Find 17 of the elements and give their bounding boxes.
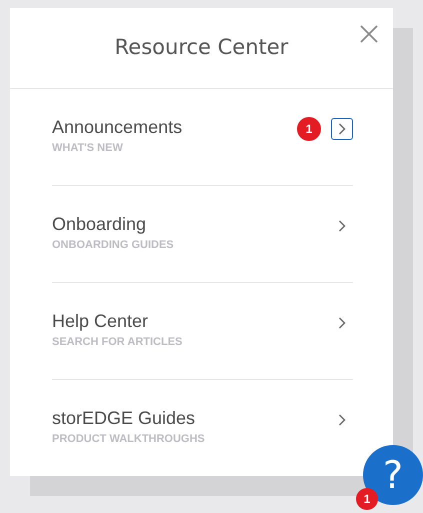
- item-title[interactable]: Onboarding: [52, 214, 331, 234]
- close-icon[interactable]: [360, 25, 378, 43]
- notification-badge: 1: [356, 488, 378, 510]
- chevron-button[interactable]: [331, 118, 353, 140]
- chevron-right-icon: [338, 414, 346, 426]
- chevron-right-icon: [338, 317, 346, 329]
- item-subtitle: PRODUCT WALKTHROUGHS: [52, 432, 206, 444]
- notification-badge: 1: [297, 117, 321, 141]
- item-title[interactable]: Announcements: [52, 116, 297, 138]
- chevron-right-icon: [338, 220, 346, 232]
- panel-title: Resource Center: [114, 35, 288, 59]
- chevron-right-icon: [338, 123, 346, 135]
- item-subtitle: SEARCH FOR ARTICLES: [52, 336, 184, 348]
- item-subtitle: WHAT'S NEW: [52, 142, 124, 154]
- item-title[interactable]: Help Center: [52, 310, 331, 332]
- item-subtitle: ONBOARDING GUIDES: [52, 238, 175, 250]
- item-title[interactable]: storEDGE Guides: [52, 408, 331, 428]
